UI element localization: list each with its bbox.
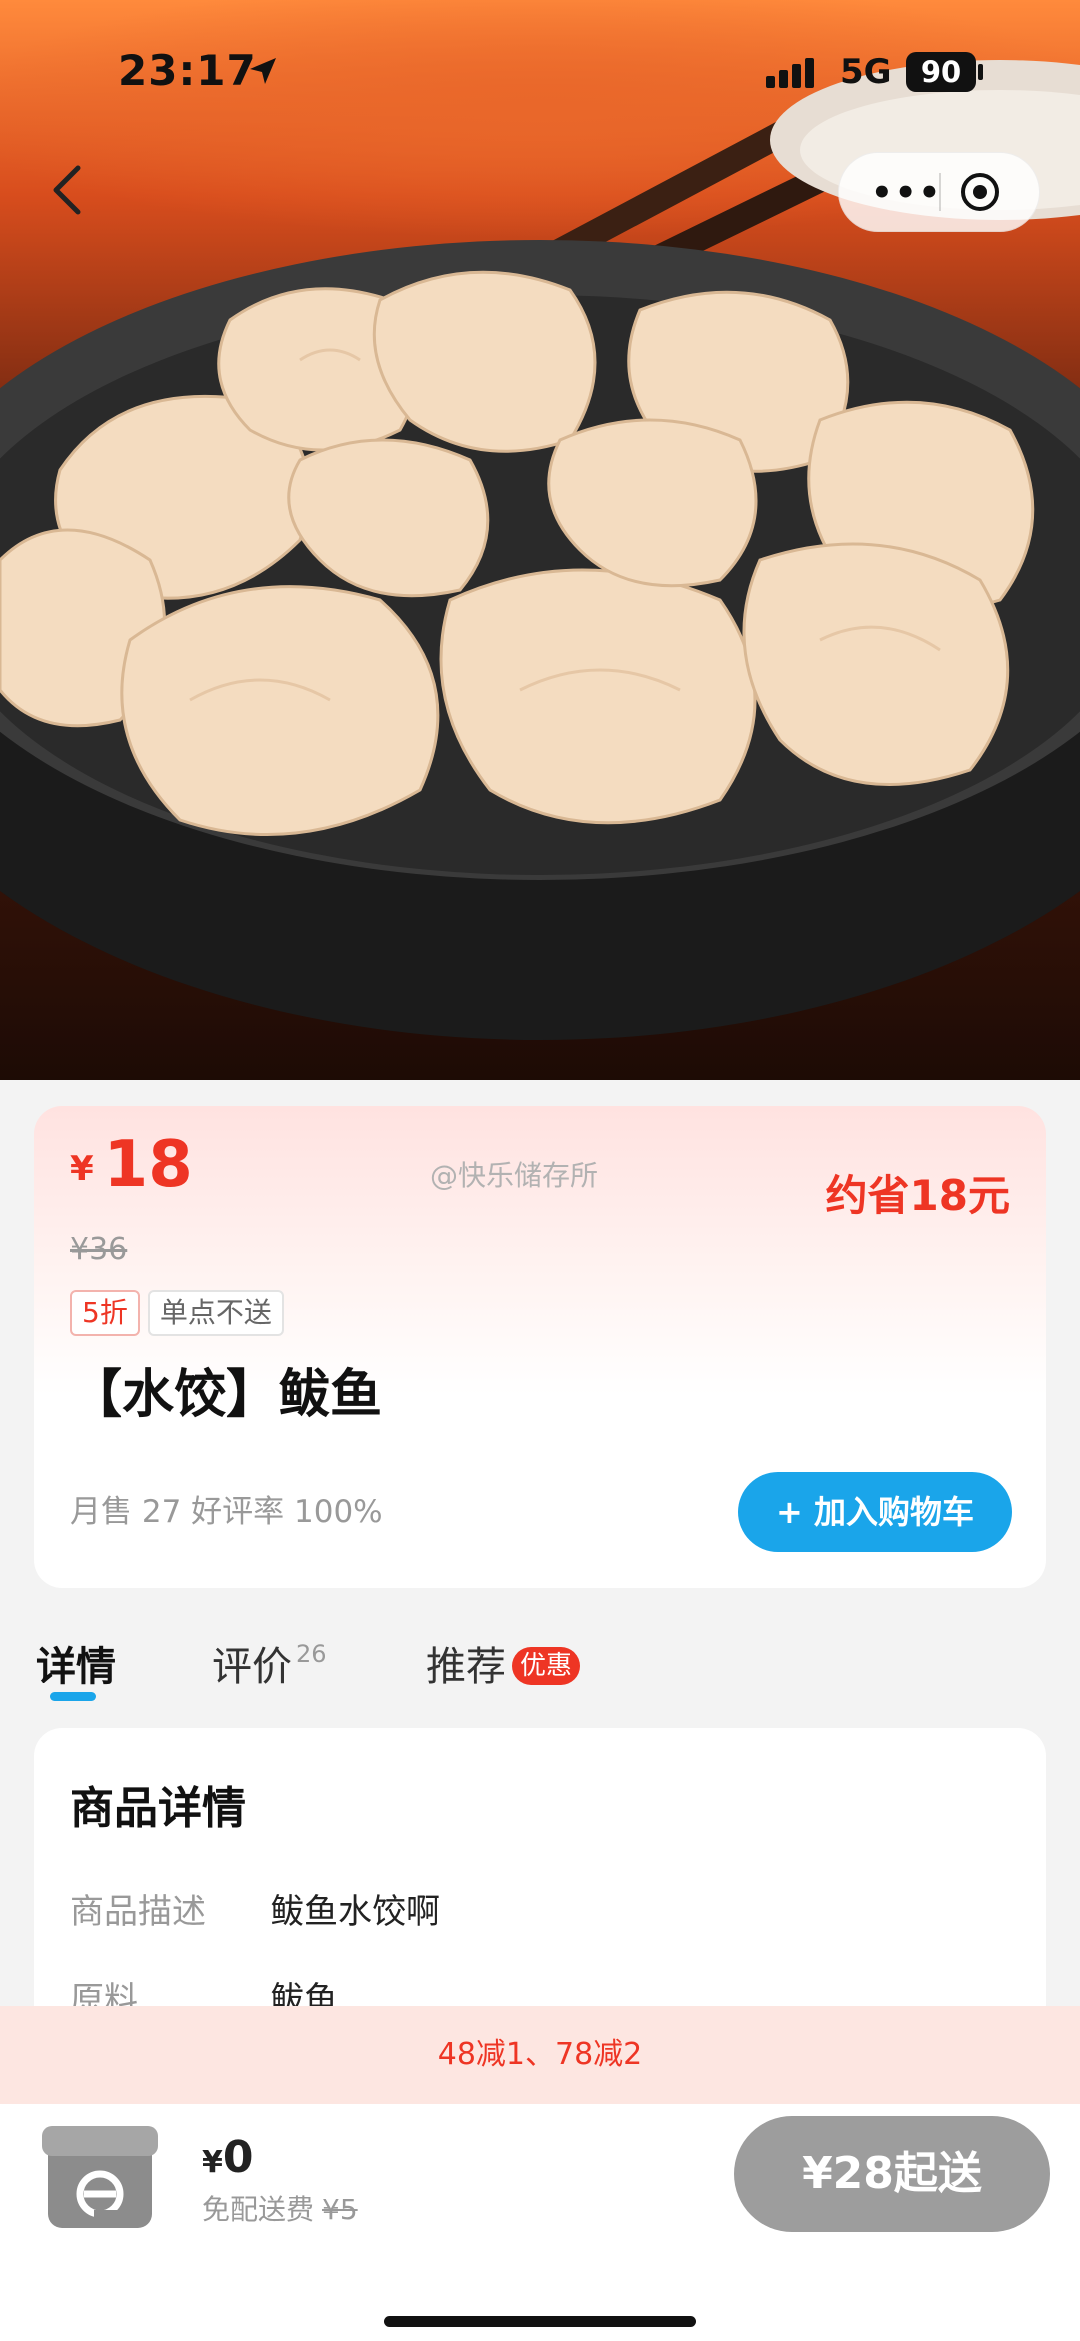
battery-icon: 90	[906, 52, 976, 92]
back-arrow-icon[interactable]	[44, 160, 94, 220]
tab-recommend-label: 推荐	[426, 1644, 506, 1690]
status-time: 23:17	[118, 46, 257, 95]
mini-program-capsule: •••	[838, 152, 1040, 232]
no-single-delivery-tag: 单点不送	[147, 1290, 284, 1336]
fee-currency: ¥	[202, 2145, 223, 2180]
shopping-bag-icon[interactable]	[34, 2118, 164, 2238]
delivery-fee-note: 免配送费 ¥5	[202, 2188, 358, 2228]
tab-review[interactable]: 评价 26	[212, 1634, 327, 1692]
sales-stats: 月售 27 好评率 100%	[70, 1494, 383, 1530]
fee-amount: 0	[222, 2132, 254, 2183]
original-delivery-fee: ¥5	[322, 2193, 358, 2226]
bottom-checkout-bar: ¥0 免配送费 ¥5 ¥28起送	[0, 2104, 1080, 2341]
watermark: @快乐储存所	[430, 1159, 599, 1192]
original-price: ¥36	[70, 1232, 128, 1267]
minimum-order-button[interactable]: ¥28起送	[734, 2116, 1050, 2232]
promo-banner: 48减1、78减2	[0, 2006, 1080, 2104]
network-type: 5G	[840, 52, 892, 92]
product-title: 【水饺】鲅鱼	[70, 1365, 383, 1425]
status-bar: 23:17 5G 90	[0, 0, 1080, 150]
tab-bar: 详情 评价 26 推荐 优惠	[0, 1624, 1080, 1704]
product-info-card: ¥18 @快乐储存所 约省18元 ¥36 5折 单点不送 【水饺】鲅鱼 月售 27…	[34, 1106, 1046, 1588]
tab-detail[interactable]: 详情	[36, 1634, 116, 1692]
more-options-icon[interactable]: •••	[871, 173, 942, 213]
detail-value: 鲅鱼水饺啊	[270, 1892, 440, 1932]
add-to-cart-button[interactable]: + 加入购物车	[738, 1472, 1012, 1552]
signal-icon	[766, 58, 814, 88]
detail-row: 商品描述 鲅鱼水饺啊	[70, 1884, 440, 1933]
tab-recommend[interactable]: 推荐 优惠	[426, 1634, 581, 1692]
review-count: 26	[296, 1640, 327, 1668]
promo-badge: 优惠	[512, 1647, 581, 1685]
close-target-icon[interactable]	[959, 171, 1001, 213]
free-delivery-label: 免配送费	[202, 2193, 315, 2226]
detail-label: 商品描述	[70, 1892, 206, 1932]
capsule-divider	[939, 173, 941, 211]
price-value: 18	[103, 1128, 193, 1202]
price: ¥18	[70, 1128, 193, 1202]
active-tab-indicator	[50, 1692, 96, 1701]
price-currency: ¥	[70, 1149, 94, 1189]
location-arrow-icon	[250, 58, 276, 84]
savings-label: 约省18元	[825, 1171, 1010, 1220]
home-indicator	[384, 2316, 696, 2327]
battery-tip	[978, 64, 983, 80]
product-details-section: 商品详情 商品描述 鲅鱼水饺啊 原料 鲅鱼	[34, 1728, 1046, 2020]
tag-list: 5折 单点不送	[70, 1290, 292, 1336]
details-heading: 商品详情	[70, 1783, 246, 1834]
discount-tag: 5折	[70, 1290, 140, 1336]
delivery-fee: ¥0	[202, 2132, 254, 2183]
tab-review-label: 评价	[212, 1644, 292, 1690]
